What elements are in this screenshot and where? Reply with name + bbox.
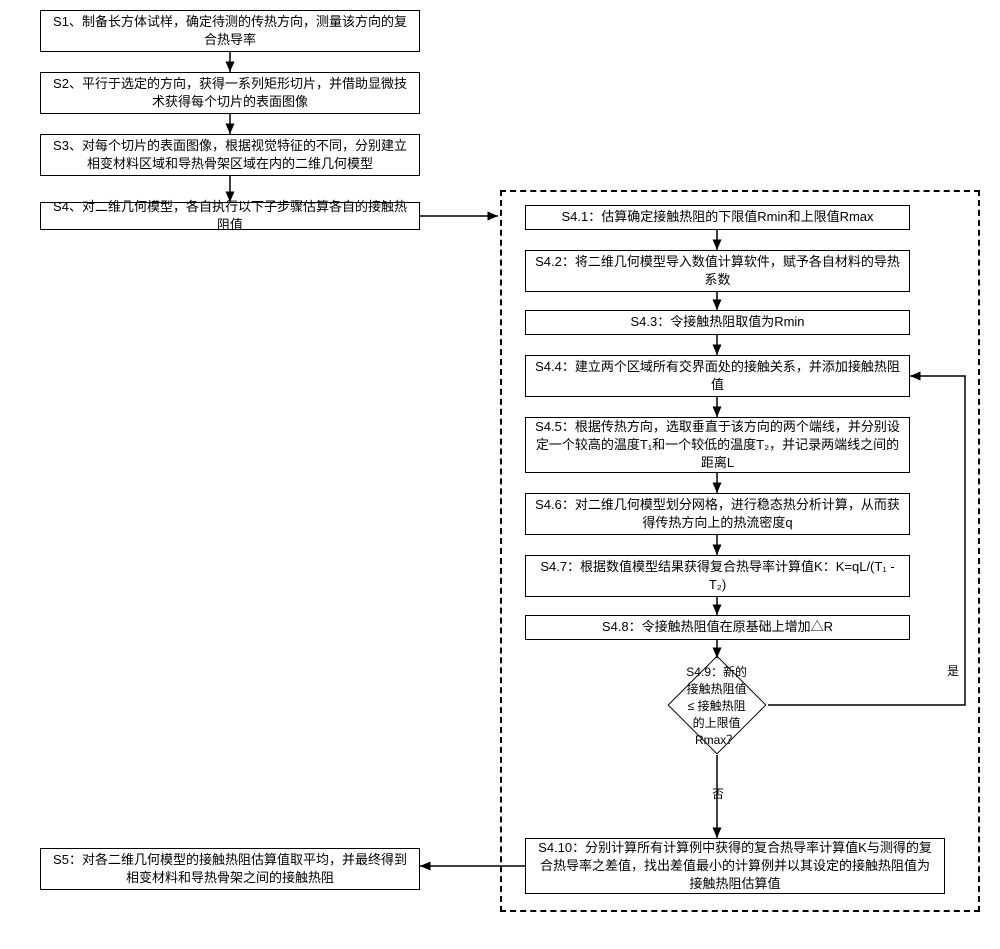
step-s4-1-text: S4.1：估算确定接触热阻的下限值Rmin和上限值Rmax [561,208,873,226]
label-yes: 是 [945,662,961,679]
step-s4-7: S4.7：根据数值模型结果获得复合热导率计算值K：K=qL/(T₁ - T₂) [525,555,910,597]
step-s3: S3、对每个切片的表面图像，根据视觉特征的不同，分别建立相变材料区域和导热骨架区… [40,134,420,176]
step-s4-8-text: S4.8：令接触热阻值在原基础上增加△R [602,618,833,636]
step-s4: S4、对二维几何模型，各自执行以下子步骤估算各自的接触热阻值 [40,202,420,230]
decision-s4-9-text: S4.9：新的接触热阻值 ≤ 接触热阻的上限值Rmax？ [683,663,751,748]
step-s2-text: S2、平行于选定的方向，获得一系列矩形切片，并借助显微技术获得每个切片的表面图像 [49,75,411,111]
step-s4-10: S4.10：分别计算所有计算例中获得的复合热导率计算值K与测得的复合热导率之差值… [525,838,945,894]
step-s1: S1、制备长方体试样，确定待测的传热方向，测量该方向的复合热导率 [40,10,420,52]
step-s3-text: S3、对每个切片的表面图像，根据视觉特征的不同，分别建立相变材料区域和导热骨架区… [49,137,411,173]
step-s4-2-text: S4.2：将二维几何模型导入数值计算软件，赋予各自材料的导热系数 [534,253,901,289]
step-s4-4-text: S4.4：建立两个区域所有交界面处的接触关系，并添加接触热阻值 [534,358,901,394]
step-s4-3-text: S4.3：令接触热阻取值为Rmin [630,313,804,331]
step-s4-6: S4.6：对二维几何模型划分网格，进行稳态热分析计算，从而获得传热方向上的热流密… [525,493,910,535]
step-s2: S2、平行于选定的方向，获得一系列矩形切片，并借助显微技术获得每个切片的表面图像 [40,72,420,114]
subprocess-container [500,190,980,912]
step-s4-7-text: S4.7：根据数值模型结果获得复合热导率计算值K：K=qL/(T₁ - T₂) [534,558,901,594]
step-s4-4: S4.4：建立两个区域所有交界面处的接触关系，并添加接触热阻值 [525,355,910,397]
step-s4-1: S4.1：估算确定接触热阻的下限值Rmin和上限值Rmax [525,205,910,230]
step-s4-text: S4、对二维几何模型，各自执行以下子步骤估算各自的接触热阻值 [49,198,411,234]
step-s5-text: S5：对各二维几何模型的接触热阻估算值取平均，并最终得到相变材料和导热骨架之间的… [49,851,411,887]
label-no: 否 [710,785,726,802]
step-s1-text: S1、制备长方体试样，确定待测的传热方向，测量该方向的复合热导率 [49,13,411,49]
flowchart-container: S1、制备长方体试样，确定待测的传热方向，测量该方向的复合热导率 S2、平行于选… [10,10,990,939]
step-s4-5: S4.5：根据传热方向，选取垂直于该方向的两个端线，并分别设定一个较高的温度T₁… [525,417,910,473]
step-s5: S5：对各二维几何模型的接触热阻估算值取平均，并最终得到相变材料和导热骨架之间的… [40,848,420,890]
step-s4-8: S4.8：令接触热阻值在原基础上增加△R [525,615,910,640]
step-s4-5-text: S4.5：根据传热方向，选取垂直于该方向的两个端线，并分别设定一个较高的温度T₁… [534,418,901,473]
step-s4-3: S4.3：令接触热阻取值为Rmin [525,310,910,335]
step-s4-10-text: S4.10：分别计算所有计算例中获得的复合热导率计算值K与测得的复合热导率之差值… [534,839,936,894]
step-s4-6-text: S4.6：对二维几何模型划分网格，进行稳态热分析计算，从而获得传热方向上的热流密… [534,496,901,532]
step-s4-2: S4.2：将二维几何模型导入数值计算软件，赋予各自材料的导热系数 [525,250,910,292]
